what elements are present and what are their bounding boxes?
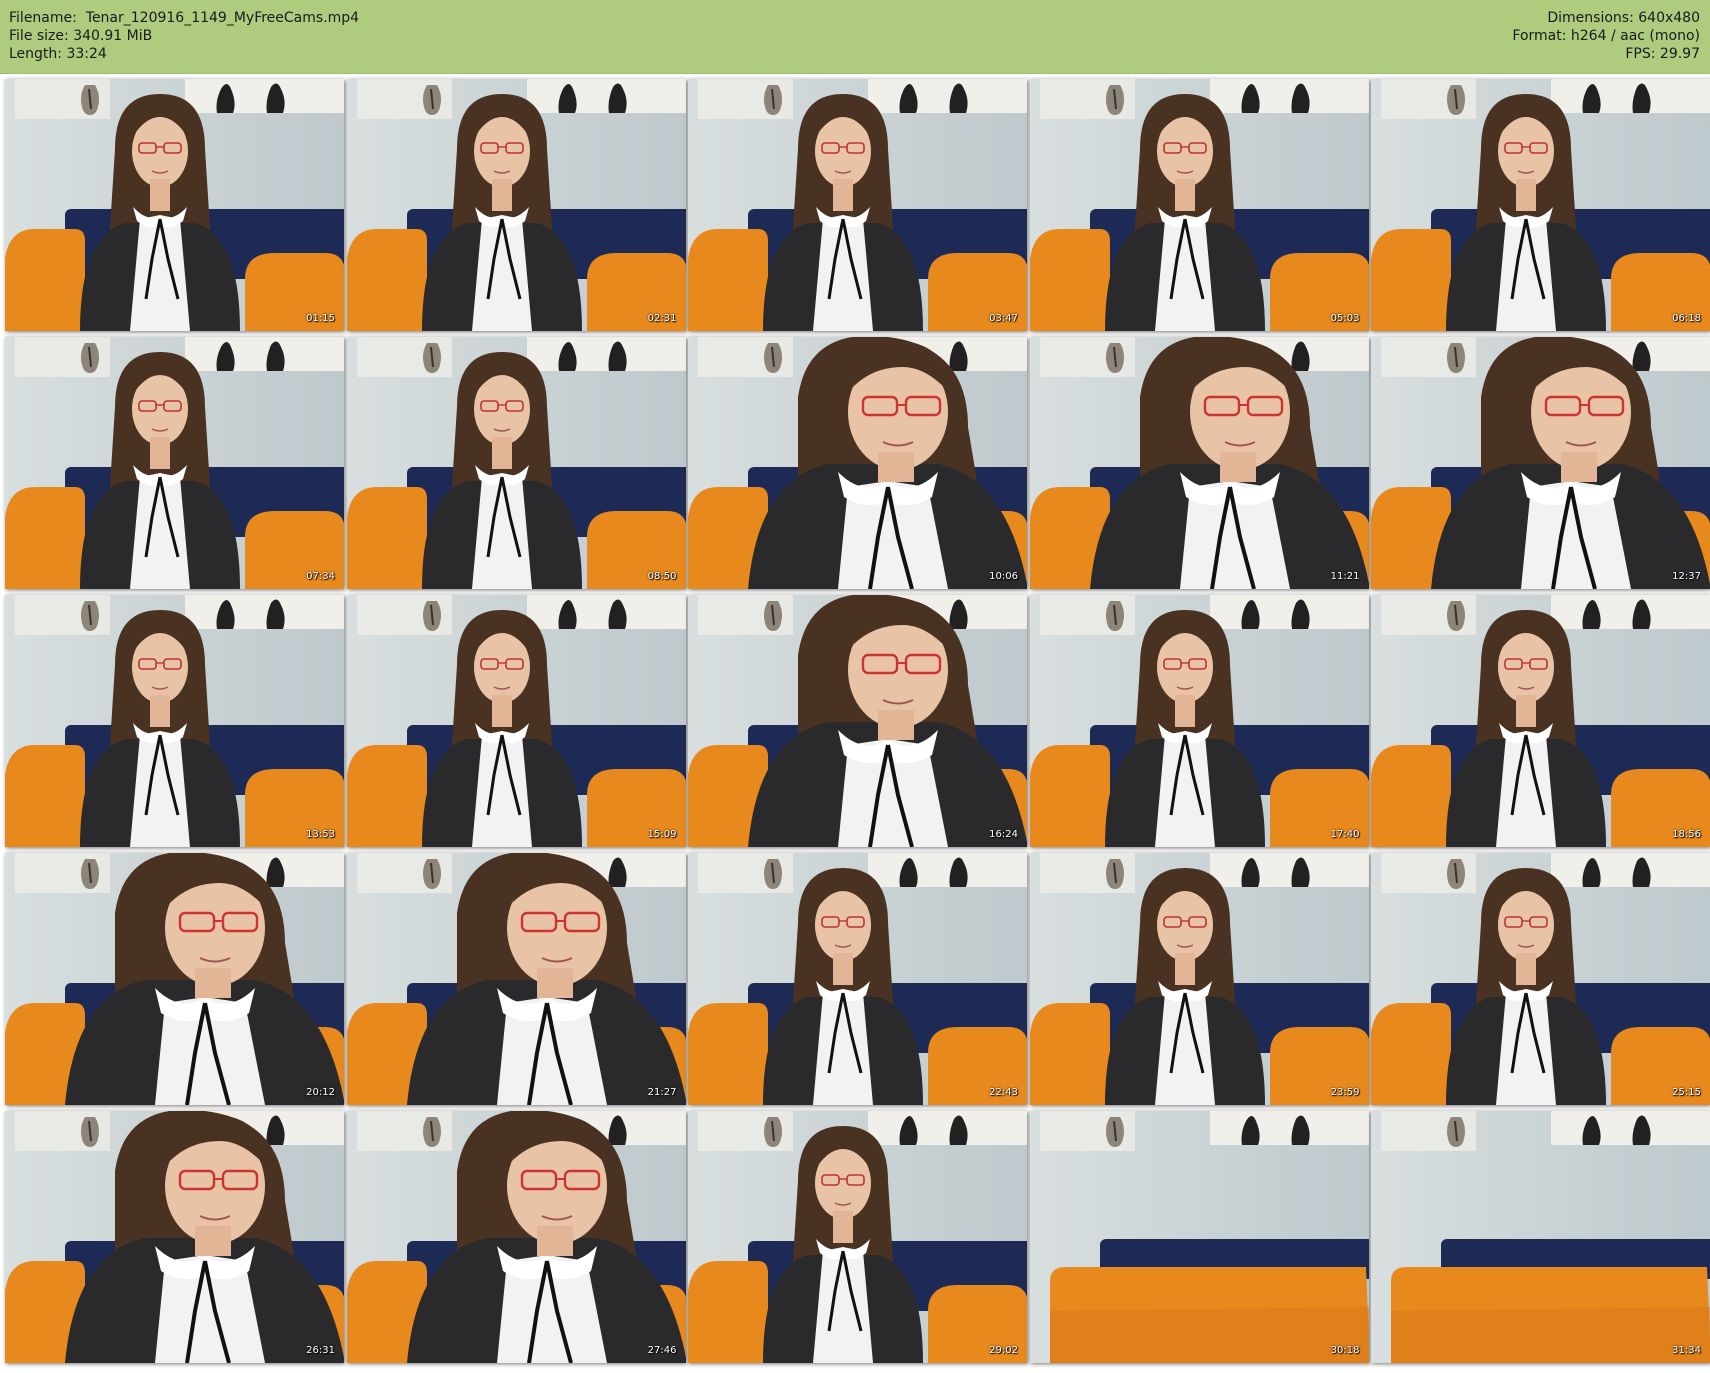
thumbnail-timestamp: 20:12 — [306, 1087, 335, 1098]
video-frame-image — [346, 79, 686, 331]
video-frame-image — [5, 1111, 344, 1363]
thumbnail-timestamp: 03:47 — [989, 313, 1018, 324]
thumbnail-timestamp: 11:21 — [1330, 571, 1360, 582]
video-frame-image — [1029, 337, 1369, 589]
thumbnail-timestamp: 21:27 — [647, 1087, 677, 1098]
thumbnail-frame: 11:21 — [1029, 337, 1369, 589]
thumbnail-timestamp: 31:34 — [1672, 1345, 1701, 1356]
dimensions-row: Dimensions: 640x480 — [1512, 9, 1700, 27]
thumbnail-timestamp: 26:31 — [306, 1345, 335, 1356]
dimensions-value: 640x480 — [1638, 10, 1700, 26]
thumbnail-timestamp: 22:43 — [989, 1087, 1018, 1098]
thumbnail-frame: 07:34 — [5, 337, 344, 589]
video-frame-image — [346, 1111, 686, 1363]
dimensions-label: Dimensions: — [1547, 10, 1634, 26]
filename-label: Filename: — [9, 10, 77, 26]
video-frame-image — [688, 337, 1027, 589]
thumbnail-timestamp: 08:50 — [647, 571, 677, 582]
file-info: Filename: Tenar_120916_1149_MyFreeCams.m… — [9, 9, 359, 63]
thumbnail-frame: 30:18 — [1029, 1111, 1369, 1363]
video-frame-image — [688, 79, 1027, 331]
thumbnail-timestamp: 17:40 — [1330, 829, 1360, 840]
thumbnail-timestamp: 25:15 — [1672, 1087, 1701, 1098]
thumbnail-timestamp: 18:56 — [1672, 829, 1701, 840]
thumbnail-frame: 13:53 — [5, 595, 344, 847]
video-frame-image — [1371, 79, 1710, 331]
format-value: h264 / aac (mono) — [1570, 28, 1700, 44]
thumbnail-frame: 06:18 — [1371, 79, 1710, 331]
thumbnail-frame: 10:06 — [688, 337, 1027, 589]
thumbnail-frame: 08:50 — [346, 337, 686, 589]
thumbnail-timestamp: 23:59 — [1330, 1087, 1360, 1098]
length-row: Length: 33:24 — [9, 45, 359, 63]
video-frame-image — [1029, 79, 1369, 331]
thumbnail-frame: 05:03 — [1029, 79, 1369, 331]
filesize-row: File size: 340.91 MiB — [9, 27, 359, 45]
thumbnail-timestamp: 13:53 — [306, 829, 335, 840]
thumbnail-frame: 26:31 — [5, 1111, 344, 1363]
thumbnail-timestamp: 16:24 — [989, 829, 1018, 840]
fps-label: FPS: — [1625, 46, 1656, 62]
format-row: Format: h264 / aac (mono) — [1512, 27, 1700, 45]
video-frame-image — [1371, 853, 1710, 1105]
thumbnail-timestamp: 29:02 — [989, 1345, 1018, 1356]
thumbnail-frame: 02:31 — [346, 79, 686, 331]
video-frame-image — [1029, 595, 1369, 847]
video-frame-image — [1371, 595, 1710, 847]
thumbnail-frame: 18:56 — [1371, 595, 1710, 847]
thumbnail-frame: 29:02 — [688, 1111, 1027, 1363]
thumbnail-timestamp: 27:46 — [647, 1345, 677, 1356]
info-header: Filename: Tenar_120916_1149_MyFreeCams.m… — [0, 0, 1710, 74]
video-frame-image — [1371, 337, 1710, 589]
thumbnail-timestamp: 02:31 — [647, 313, 677, 324]
fps-row: FPS: 29.97 — [1512, 45, 1700, 63]
filesize-label: File size: — [9, 28, 69, 44]
video-frame-image — [1029, 853, 1369, 1105]
video-frame-image — [346, 853, 686, 1105]
length-value: 33:24 — [66, 46, 107, 62]
thumbnail-frame: 31:34 — [1371, 1111, 1710, 1363]
thumbnail-timestamp: 12:37 — [1672, 571, 1701, 582]
video-frame-image — [5, 595, 344, 847]
video-frame-image — [1371, 1111, 1710, 1363]
thumbnail-frame: 12:37 — [1371, 337, 1710, 589]
thumbnail-timestamp: 05:03 — [1330, 313, 1360, 324]
filename-row: Filename: Tenar_120916_1149_MyFreeCams.m… — [9, 9, 359, 27]
filename-value: Tenar_120916_1149_MyFreeCams.mp4 — [85, 10, 360, 26]
video-frame-image — [5, 337, 344, 589]
video-frame-image — [688, 595, 1027, 847]
video-frame-image — [688, 1111, 1027, 1363]
thumbnail-frame: 21:27 — [346, 853, 686, 1105]
video-frame-image — [5, 853, 344, 1105]
length-label: Length: — [9, 46, 63, 62]
video-frame-image — [346, 595, 686, 847]
filesize-value: 340.91 MiB — [73, 28, 153, 44]
format-label: Format: — [1512, 28, 1567, 44]
video-frame-image — [1029, 1111, 1369, 1363]
fps-value: 29.97 — [1659, 46, 1700, 62]
thumbnail-timestamp: 06:18 — [1672, 313, 1701, 324]
thumbnail-frame: 23:59 — [1029, 853, 1369, 1105]
thumbnail-timestamp: 07:34 — [306, 571, 335, 582]
thumbnail-timestamp: 10:06 — [989, 571, 1018, 582]
video-frame-image — [688, 853, 1027, 1105]
thumbnail-frame: 27:46 — [346, 1111, 686, 1363]
video-frame-image — [346, 337, 686, 589]
thumbnail-timestamp: 30:18 — [1330, 1345, 1360, 1356]
thumbnail-frame: 16:24 — [688, 595, 1027, 847]
thumbnail-frame: 15:09 — [346, 595, 686, 847]
thumbnail-timestamp: 15:09 — [647, 829, 677, 840]
thumbnail-timestamp: 01:15 — [306, 313, 335, 324]
thumbnail-frame: 22:43 — [688, 853, 1027, 1105]
thumbnail-frame: 03:47 — [688, 79, 1027, 331]
thumbnail-frame: 25:15 — [1371, 853, 1710, 1105]
video-info: Dimensions: 640x480 Format: h264 / aac (… — [1512, 9, 1700, 63]
thumbnail-frame: 17:40 — [1029, 595, 1369, 847]
thumbnail-frame: 01:15 — [5, 79, 344, 331]
thumbnail-frame: 20:12 — [5, 853, 344, 1105]
video-frame-image — [5, 79, 344, 331]
